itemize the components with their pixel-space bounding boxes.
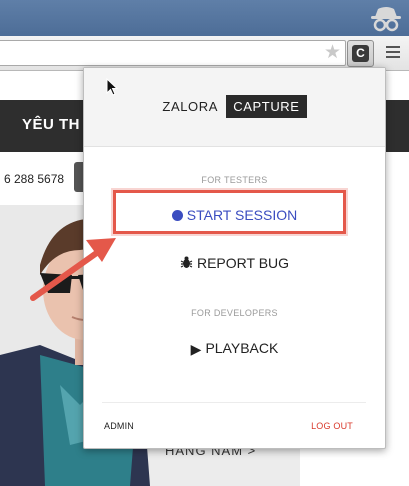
zalora-capture-extension-button[interactable]: C xyxy=(347,40,374,67)
logout-link[interactable]: LOG OUT xyxy=(311,421,353,431)
site-nav-text[interactable]: YÊU TH xyxy=(22,116,80,133)
start-session-highlight-box xyxy=(113,190,346,234)
browser-titlebar xyxy=(0,0,409,36)
section-label-developers: FOR DEVELOPERS xyxy=(191,308,278,318)
report-bug-label: REPORT BUG xyxy=(196,255,290,271)
incognito-icon xyxy=(371,7,401,32)
mouse-cursor-icon xyxy=(106,78,118,96)
brand-logo: ZALORA CAPTURE xyxy=(84,95,385,118)
admin-link[interactable]: ADMIN xyxy=(104,421,134,431)
playback-label: PLAYBACK xyxy=(205,340,279,356)
footer-divider xyxy=(102,402,366,403)
bookmark-star-icon[interactable]: ★ xyxy=(324,43,341,63)
playback-button[interactable]: ▶ PLAYBACK xyxy=(84,340,385,358)
popup-header: ZALORA CAPTURE xyxy=(84,68,385,147)
hamburger-menu-icon[interactable] xyxy=(386,43,400,61)
report-bug-button[interactable]: REPORT BUG xyxy=(84,255,385,271)
site-phone-number: 6 288 5678 xyxy=(4,172,65,186)
brand-name: ZALORA xyxy=(162,99,219,114)
capture-logo-icon: C xyxy=(352,45,369,62)
play-icon: ▶ xyxy=(190,341,202,357)
zalora-capture-popup: ZALORA CAPTURE FOR TESTERS START SESSION… xyxy=(83,67,386,449)
section-label-testers: FOR TESTERS xyxy=(201,175,268,185)
bug-icon xyxy=(180,256,193,268)
brand-capture-badge: CAPTURE xyxy=(226,95,307,118)
address-bar[interactable]: ★ xyxy=(0,40,346,66)
